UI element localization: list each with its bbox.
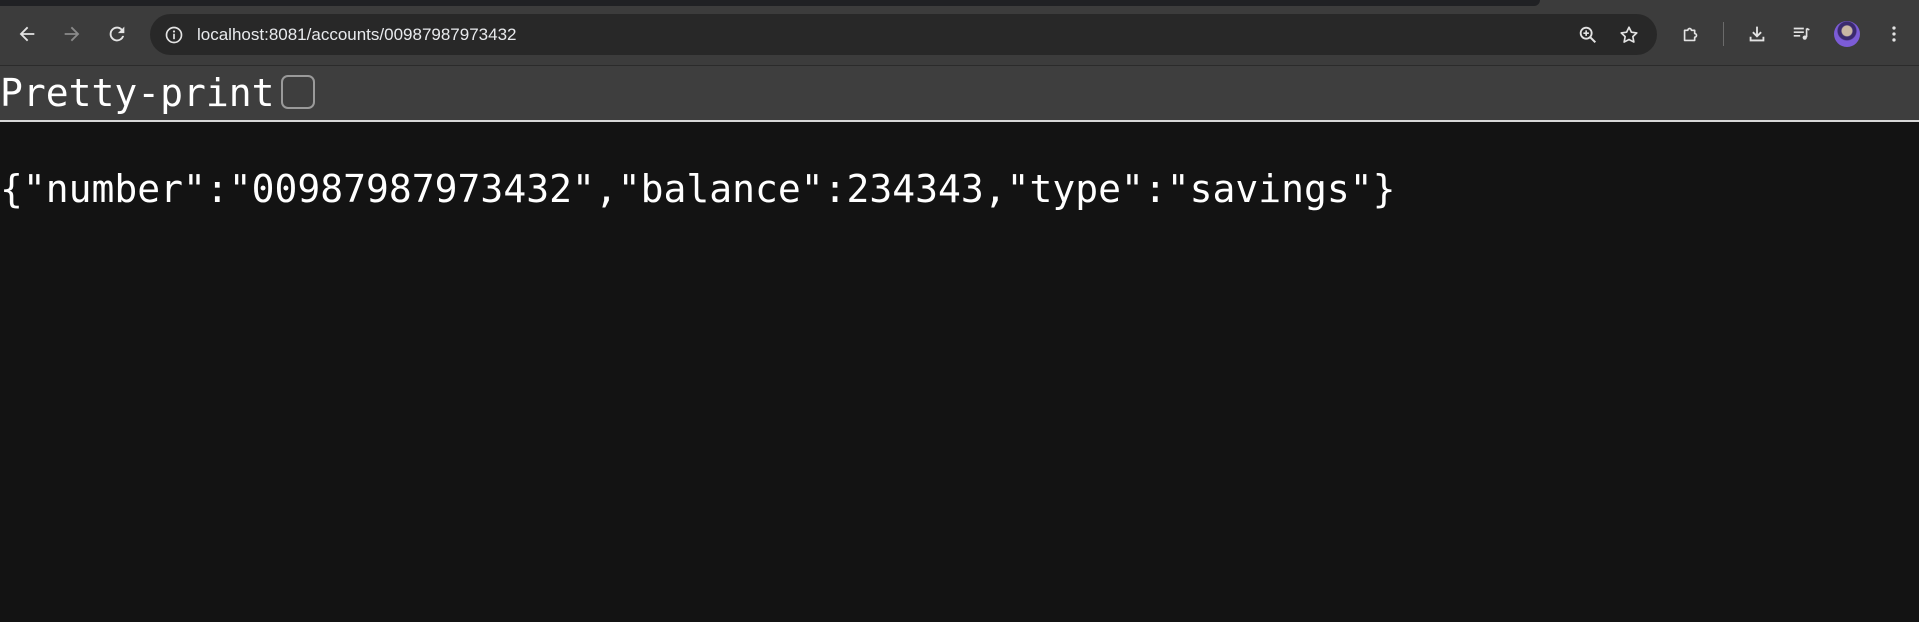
info-icon [165,26,183,44]
reload-button[interactable] [99,16,135,52]
bookmark-button[interactable] [1614,20,1644,50]
downloads-button[interactable] [1740,17,1774,51]
pretty-print-bar: Pretty-print [0,66,1919,122]
forward-button[interactable] [54,16,90,52]
arrow-left-icon [19,26,35,42]
pretty-print-checkbox[interactable] [281,75,315,109]
kebab-menu-icon [1892,26,1896,42]
pretty-print-label[interactable]: Pretty-print [0,71,275,115]
zoom-button[interactable] [1573,20,1603,50]
url-text[interactable]: localhost:8081/accounts/00987987973432 [197,25,1547,45]
browser-toolbar: localhost:8081/accounts/00987987973432 [0,0,1919,66]
site-info-button[interactable] [160,21,188,49]
media-playlist-icon [1793,27,1810,40]
reload-icon [109,26,125,42]
puzzle-icon [1683,27,1698,42]
zoom-in-icon [1579,26,1597,44]
address-bar[interactable]: localhost:8081/accounts/00987987973432 [150,14,1657,55]
star-icon [1620,26,1638,43]
download-icon [1749,26,1765,42]
media-control-button[interactable] [1785,17,1819,51]
avatar-icon[interactable] [1834,21,1860,47]
tab-strip [0,0,1540,6]
back-button[interactable] [9,16,45,52]
extensions-button[interactable] [1674,17,1708,51]
arrow-right-icon [64,26,80,42]
json-content: {"number":"00987987973432","balance":234… [0,167,1396,211]
browser-menu-button[interactable] [1877,17,1911,51]
toolbar-divider [1723,22,1724,46]
